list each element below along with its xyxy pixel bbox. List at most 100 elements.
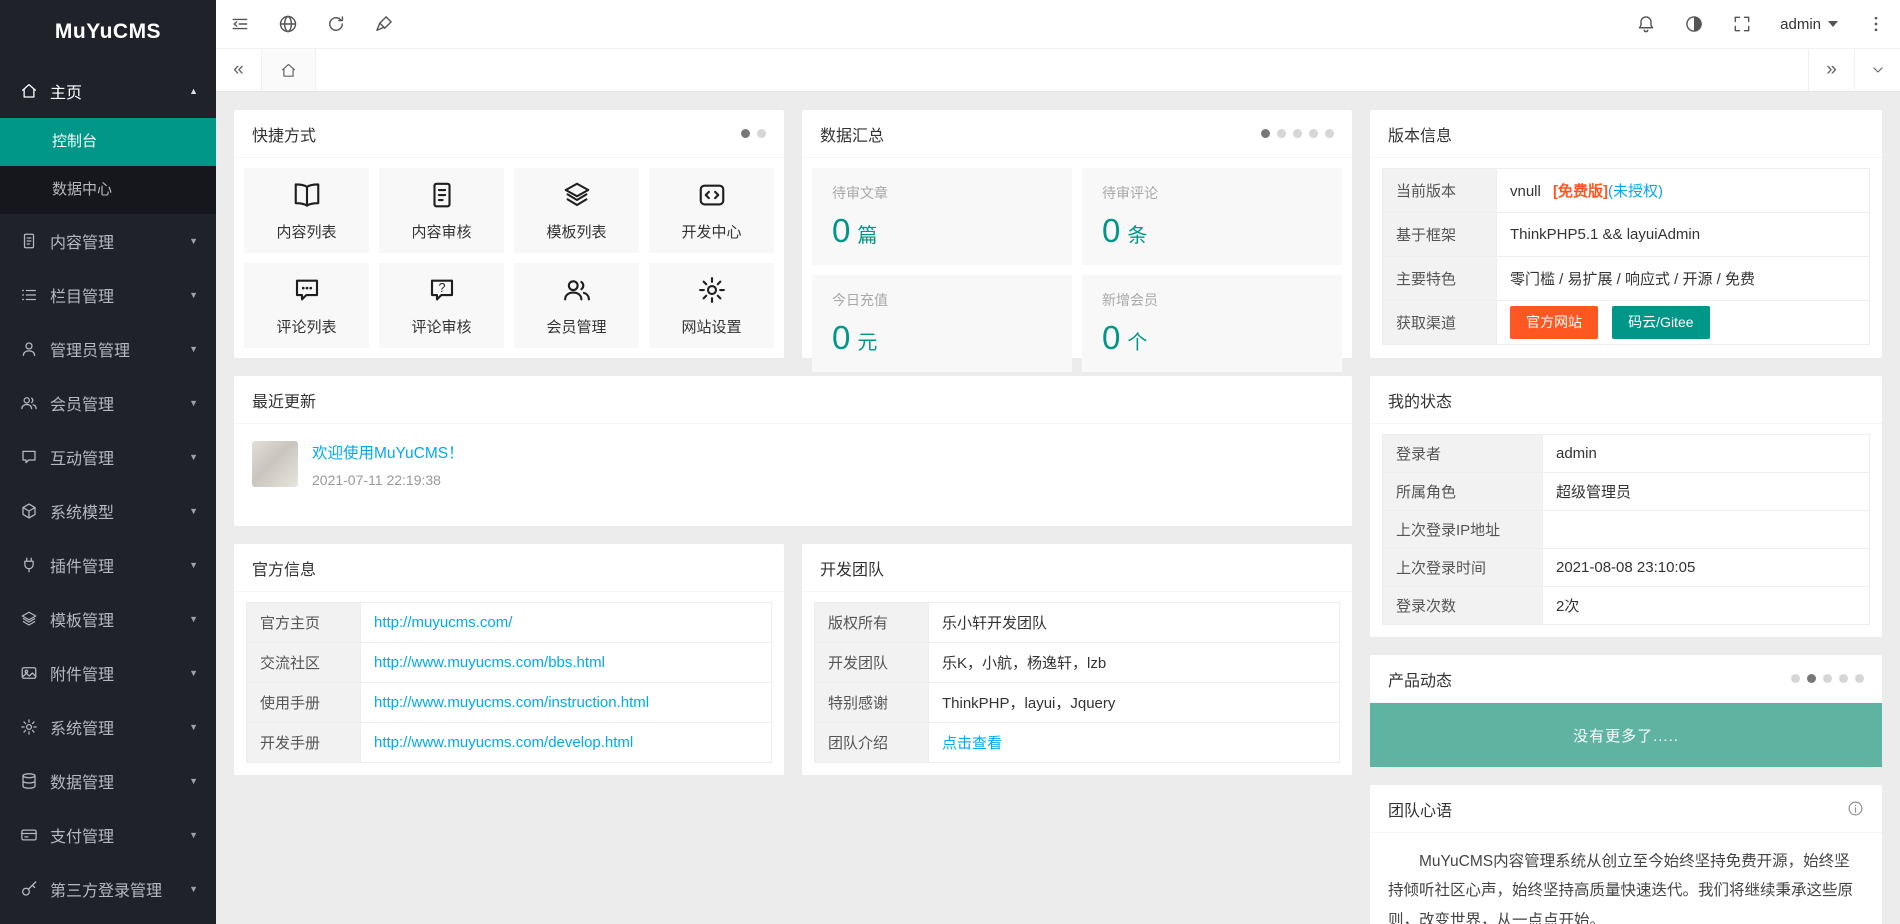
chevron-down-icon: ▼ <box>189 776 198 786</box>
row-value: http://www.muyucms.com/instruction.html <box>361 683 772 723</box>
chevron-down-icon: ▼ <box>189 884 198 894</box>
members-icon <box>20 394 38 412</box>
card-header: 产品动态 <box>1370 655 1882 703</box>
user-menu[interactable]: admin <box>1766 0 1852 48</box>
sidebar-item-label: 数据中心 <box>52 181 112 198</box>
stat-label: 新增会员 <box>1102 290 1322 310</box>
more-menu-button[interactable] <box>1852 0 1900 48</box>
row-value: http://www.muyucms.com/bbs.html <box>361 643 772 683</box>
clear-cache-button[interactable] <box>360 0 408 48</box>
quick-link-content-list[interactable]: 内容列表 <box>244 168 369 253</box>
update-timestamp: 2021-07-11 22:19:38 <box>312 472 464 488</box>
stat-value: 0条 <box>1102 212 1322 250</box>
sidebar-item-plugin-mgmt[interactable]: 插件管理 ▼ <box>0 538 216 592</box>
sidebar-item-console[interactable]: 控制台 <box>0 118 216 166</box>
tabs-scroll-left-button[interactable]: « <box>216 49 262 91</box>
gitee-button[interactable]: 码云/Gitee <box>1612 306 1709 339</box>
interaction-icon <box>20 448 38 466</box>
sidebar-item-data-center[interactable]: 数据中心 <box>0 166 216 214</box>
row-value: 超级管理员 <box>1543 473 1870 511</box>
update-title-link[interactable]: 欢迎使用MuYuCMS！ <box>312 441 464 463</box>
team-motto-card: 团队心语 MuYuCMS内容管理系统从创立至今始终坚持免费开源，始终坚持倾听社区… <box>1370 785 1882 924</box>
sidebar-item-admin-mgmt[interactable]: 管理员管理 ▼ <box>0 322 216 376</box>
sidebar-item-interaction-mgmt[interactable]: 互动管理 ▼ <box>0 430 216 484</box>
version-license-link[interactable]: (未授权) <box>1608 183 1663 200</box>
team-intro-link[interactable]: 点击查看 <box>942 735 1002 752</box>
collapse-sidebar-button[interactable] <box>216 0 264 48</box>
sidebar-item-label: 会员管理 <box>50 391 114 415</box>
sidebar-item-label: 系统管理 <box>50 715 114 739</box>
table-row: 登录者 admin <box>1383 435 1870 473</box>
official-home-link[interactable]: http://muyucms.com/ <box>374 614 512 631</box>
sidebar-item-template-mgmt[interactable]: 模板管理 ▼ <box>0 592 216 646</box>
community-link[interactable]: http://www.muyucms.com/bbs.html <box>374 654 605 671</box>
carousel-dot[interactable] <box>1807 674 1816 683</box>
quick-link-dev-center[interactable]: 开发中心 <box>649 168 774 253</box>
carousel-dot[interactable] <box>757 129 766 138</box>
card-header: 开发团队 <box>802 544 1352 592</box>
manual-link[interactable]: http://www.muyucms.com/instruction.html <box>374 694 649 711</box>
chevrons-right-icon: » <box>1826 59 1837 81</box>
tab-home[interactable] <box>262 49 316 91</box>
sidebar-item-content-mgmt[interactable]: 内容管理 ▼ <box>0 214 216 268</box>
carousel-dot[interactable] <box>1839 674 1848 683</box>
quick-link-comment-review[interactable]: ? 评论审核 <box>379 263 504 348</box>
sidebar-item-label: 支付管理 <box>50 823 114 847</box>
carousel-dot[interactable] <box>1261 129 1270 138</box>
app-logo: MuYuCMS <box>0 0 216 64</box>
sidebar-nav: 主页 ▲ 控制台 数据中心 内容管理 ▼ 栏目管理 ▼ <box>0 64 216 916</box>
row-label: 基于框架 <box>1383 213 1497 257</box>
row-label: 交流社区 <box>247 643 361 683</box>
info-icon[interactable] <box>1847 800 1864 817</box>
sidebar-item-system-mgmt[interactable]: 系统管理 ▼ <box>0 700 216 754</box>
dev-manual-link[interactable]: http://www.muyucms.com/develop.html <box>374 734 633 751</box>
table-row: 上次登录IP地址 <box>1383 511 1870 549</box>
quick-link-comment-list[interactable]: 评论列表 <box>244 263 369 348</box>
theme-icon <box>1684 14 1704 34</box>
carousel-dot[interactable] <box>1855 674 1864 683</box>
fullscreen-icon <box>1732 14 1752 34</box>
sidebar-item-home[interactable]: 主页 ▲ <box>0 64 216 118</box>
chevron-down-icon: ▼ <box>189 614 198 624</box>
carousel-dot[interactable] <box>1325 129 1334 138</box>
carousel-dot[interactable] <box>1791 674 1800 683</box>
sidebar-item-system-model[interactable]: 系统模型 ▼ <box>0 484 216 538</box>
sidebar-item-attachment-mgmt[interactable]: 附件管理 ▼ <box>0 646 216 700</box>
tabs-scroll-right-button[interactable]: » <box>1808 49 1854 91</box>
sidebar-item-member-mgmt[interactable]: 会员管理 ▼ <box>0 376 216 430</box>
refresh-button[interactable] <box>312 0 360 48</box>
my-status-body: 登录者 admin 所属角色 超级管理员 上次登录IP地址 上次登录时间 <box>1370 424 1882 637</box>
stat-pending-comments: 待审评论 0条 <box>1082 168 1342 265</box>
quick-link-template-list[interactable]: 模板列表 <box>514 168 639 253</box>
sidebar-item-label: 系统模型 <box>50 499 114 523</box>
quick-link-content-review[interactable]: 内容审核 <box>379 168 504 253</box>
quick-link-member-mgmt[interactable]: 会员管理 <box>514 263 639 348</box>
carousel-dot[interactable] <box>1309 129 1318 138</box>
tabs-menu-button[interactable] <box>1854 49 1900 91</box>
chevron-down-icon: ▼ <box>189 236 198 246</box>
sidebar-item-payment-mgmt[interactable]: 支付管理 ▼ <box>0 808 216 862</box>
card-title: 官方信息 <box>252 556 316 580</box>
fullscreen-button[interactable] <box>1718 0 1766 48</box>
carousel-dot[interactable] <box>1823 674 1832 683</box>
card-header: 团队心语 <box>1370 785 1882 833</box>
my-status-card: 我的状态 登录者 admin 所属角色 超级管理员 上次登录IP地址 <box>1370 376 1882 637</box>
notifications-button[interactable] <box>1622 0 1670 48</box>
dev-team-table: 版权所有 乐小轩开发团队 开发团队 乐K，小航，杨逸轩，lzb 特别感谢 Thi… <box>814 602 1340 763</box>
sidebar-item-column-mgmt[interactable]: 栏目管理 ▼ <box>0 268 216 322</box>
row-label: 团队介绍 <box>815 723 929 763</box>
carousel-dot[interactable] <box>741 129 750 138</box>
official-site-button[interactable]: 官方网站 <box>1510 306 1598 339</box>
stat-label: 今日充值 <box>832 290 1052 310</box>
theme-button[interactable] <box>1670 0 1718 48</box>
stat-label: 待审文章 <box>832 183 1052 203</box>
row-value: 乐K，小航，杨逸轩，lzb <box>929 643 1340 683</box>
sidebar-item-thirdparty-login[interactable]: 第三方登录管理 ▼ <box>0 862 216 916</box>
row-value <box>1543 511 1870 549</box>
carousel-dot[interactable] <box>1277 129 1286 138</box>
card-title: 产品动态 <box>1388 667 1452 691</box>
globe-button[interactable] <box>264 0 312 48</box>
quick-link-site-settings[interactable]: 网站设置 <box>649 263 774 348</box>
carousel-dot[interactable] <box>1293 129 1302 138</box>
sidebar-item-data-mgmt[interactable]: 数据管理 ▼ <box>0 754 216 808</box>
